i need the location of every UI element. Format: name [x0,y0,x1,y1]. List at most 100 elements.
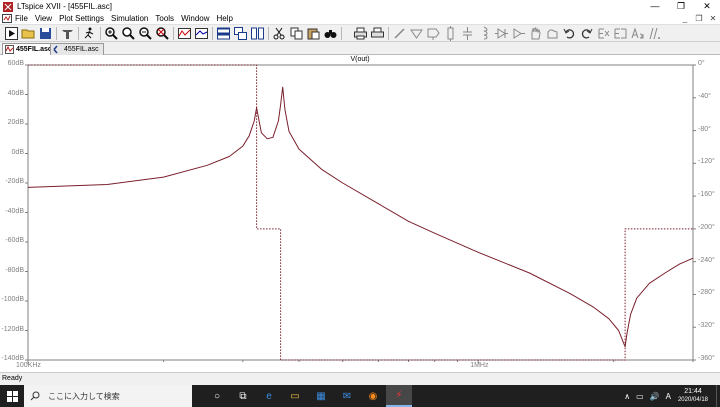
copy-icon[interactable] [289,26,304,41]
diode-icon[interactable] [494,26,509,41]
menu-simulation[interactable]: Simulation [111,14,148,23]
clock-date: 2020/04/18 [677,397,708,403]
window-title: LTspice XVII - [455FIL.asc] [17,2,113,11]
start-button[interactable] [0,385,24,407]
spice-directive-icon[interactable] [647,26,662,41]
y-left-tick-label: -120dB [1,325,24,333]
inductor-icon[interactable] [477,26,492,41]
menu-plot-settings[interactable]: Plot Settings [59,14,104,23]
print-icon[interactable] [353,26,368,41]
y-right-tick-label: -200° [698,223,715,231]
maximize-button[interactable]: ❐ [668,0,694,13]
save-icon[interactable] [38,26,53,41]
title-bar: LTspice XVII - [455FIL.asc] — ❐ ✕ [0,0,720,13]
control-panel-icon[interactable] [60,26,75,41]
cortana-icon[interactable]: ○ [204,385,230,407]
mail-icon[interactable]: ✉ [334,385,360,407]
text-icon[interactable] [630,26,645,41]
y-right-tick-label: -320° [698,322,715,330]
menu-help[interactable]: Help [217,14,233,23]
pan-icon[interactable] [121,26,136,41]
tab-waveform-label: 455FIL.asc [16,46,52,53]
clock[interactable]: 21:44 2020/04/18 [678,387,708,405]
magnitude-trace[interactable] [27,86,694,348]
ltspice-icon[interactable]: ⚡ [386,385,412,407]
plot-frame [27,64,694,361]
ground-icon[interactable] [409,26,424,41]
mail-icon-glyph: ✉ [342,390,352,402]
doc-restore-button[interactable]: ❐ [692,13,706,25]
schematic-icon [53,45,58,54]
network-icon[interactable]: ▭ [636,392,644,401]
cut-icon[interactable] [272,26,287,41]
undo-icon[interactable] [562,26,577,41]
resistor-icon[interactable] [443,26,458,41]
label-net-icon[interactable] [426,26,441,41]
open-folder-icon[interactable] [21,26,36,41]
component-icon[interactable] [511,26,526,41]
menu-window[interactable]: Window [181,14,209,23]
store-icon[interactable]: ▦ [308,385,334,407]
pick-visible-traces-icon[interactable] [194,26,209,41]
close-button[interactable]: ✕ [694,0,720,13]
show-desktop-button[interactable] [716,385,720,407]
y-right-tick-label: 0° [698,60,705,67]
task-view-icon[interactable]: ⧉ [230,385,256,407]
print-setup-icon[interactable] [370,26,385,41]
cascade-icon[interactable] [233,26,248,41]
rotate-icon[interactable] [596,26,611,41]
phase-trace[interactable] [28,64,693,361]
tab-schematic[interactable]: 455FIL.asc [50,43,104,55]
y-left-tick-label: 40dB [7,89,24,97]
y-right-tick-label: -240° [698,256,715,264]
menu-file[interactable]: File [15,14,28,23]
zoom-fit-icon[interactable] [155,26,170,41]
edge-icon[interactable]: e [256,385,282,407]
minimize-button[interactable]: — [642,0,668,13]
explorer-icon[interactable]: ▭ [282,385,308,407]
firefox-icon-glyph: ◉ [368,390,378,402]
menu-tools[interactable]: Tools [155,14,174,23]
tab-waveform[interactable]: 455FIL.asc [2,43,57,55]
x-tick-label: 100KHz [16,362,41,369]
autorange-icon[interactable] [177,26,192,41]
tray-overflow-icon[interactable]: ∧ [624,392,630,401]
x-tick-label: 1MHz [470,362,489,369]
tab-schematic-label: 455FIL.asc [64,46,99,53]
y-left-tick-label: -80dB [5,266,24,274]
paste-icon[interactable] [306,26,321,41]
y-right-tick-label: -40° [698,92,711,100]
volume-icon[interactable]: 🔊 [650,392,660,401]
doc-close-button[interactable]: ✕ [706,13,720,25]
ltspice-icon-glyph: ⚡ [395,389,403,401]
system-tray: ∧ ▭ 🔊 A 21:44 2020/04/18 [621,385,720,407]
y-left-tick-label: 20dB [7,119,24,126]
doc-minimize-button[interactable]: _ [678,13,692,25]
clock-time: 21:44 [684,388,702,395]
menu-view[interactable]: View [35,14,52,23]
run-icon[interactable] [4,26,19,41]
move-hand-icon[interactable] [528,26,543,41]
find-icon[interactable] [323,26,338,41]
explorer-icon-glyph: ▭ [290,390,300,402]
tile-vertical-icon[interactable] [250,26,265,41]
zoom-in-icon[interactable] [104,26,119,41]
halt-running-icon[interactable] [82,26,97,41]
mirror-icon[interactable] [613,26,628,41]
y-left-tick-label: 60dB [7,60,24,67]
firefox-icon[interactable]: ◉ [360,385,386,407]
draw-wire-icon[interactable] [392,26,407,41]
tile-horizontal-icon[interactable] [216,26,231,41]
redo-icon[interactable] [579,26,594,41]
y-left-tick-label: -140dB [1,355,24,362]
ime-icon[interactable]: A [666,392,671,401]
status-text: Ready [2,375,23,382]
taskbar-search-box[interactable]: ここに入力して検索 [24,385,192,407]
waveform-plot[interactable]: V(out) 60dB 40dB 20dB 0dB -20dB -40dB -60dB -80… [0,55,720,372]
bode-chart[interactable] [0,55,720,372]
drag-hand-icon[interactable] [545,26,560,41]
document-icon[interactable] [2,14,12,23]
zoom-out-icon[interactable] [138,26,153,41]
status-bar: Ready [0,372,720,385]
capacitor-icon[interactable] [460,26,475,41]
